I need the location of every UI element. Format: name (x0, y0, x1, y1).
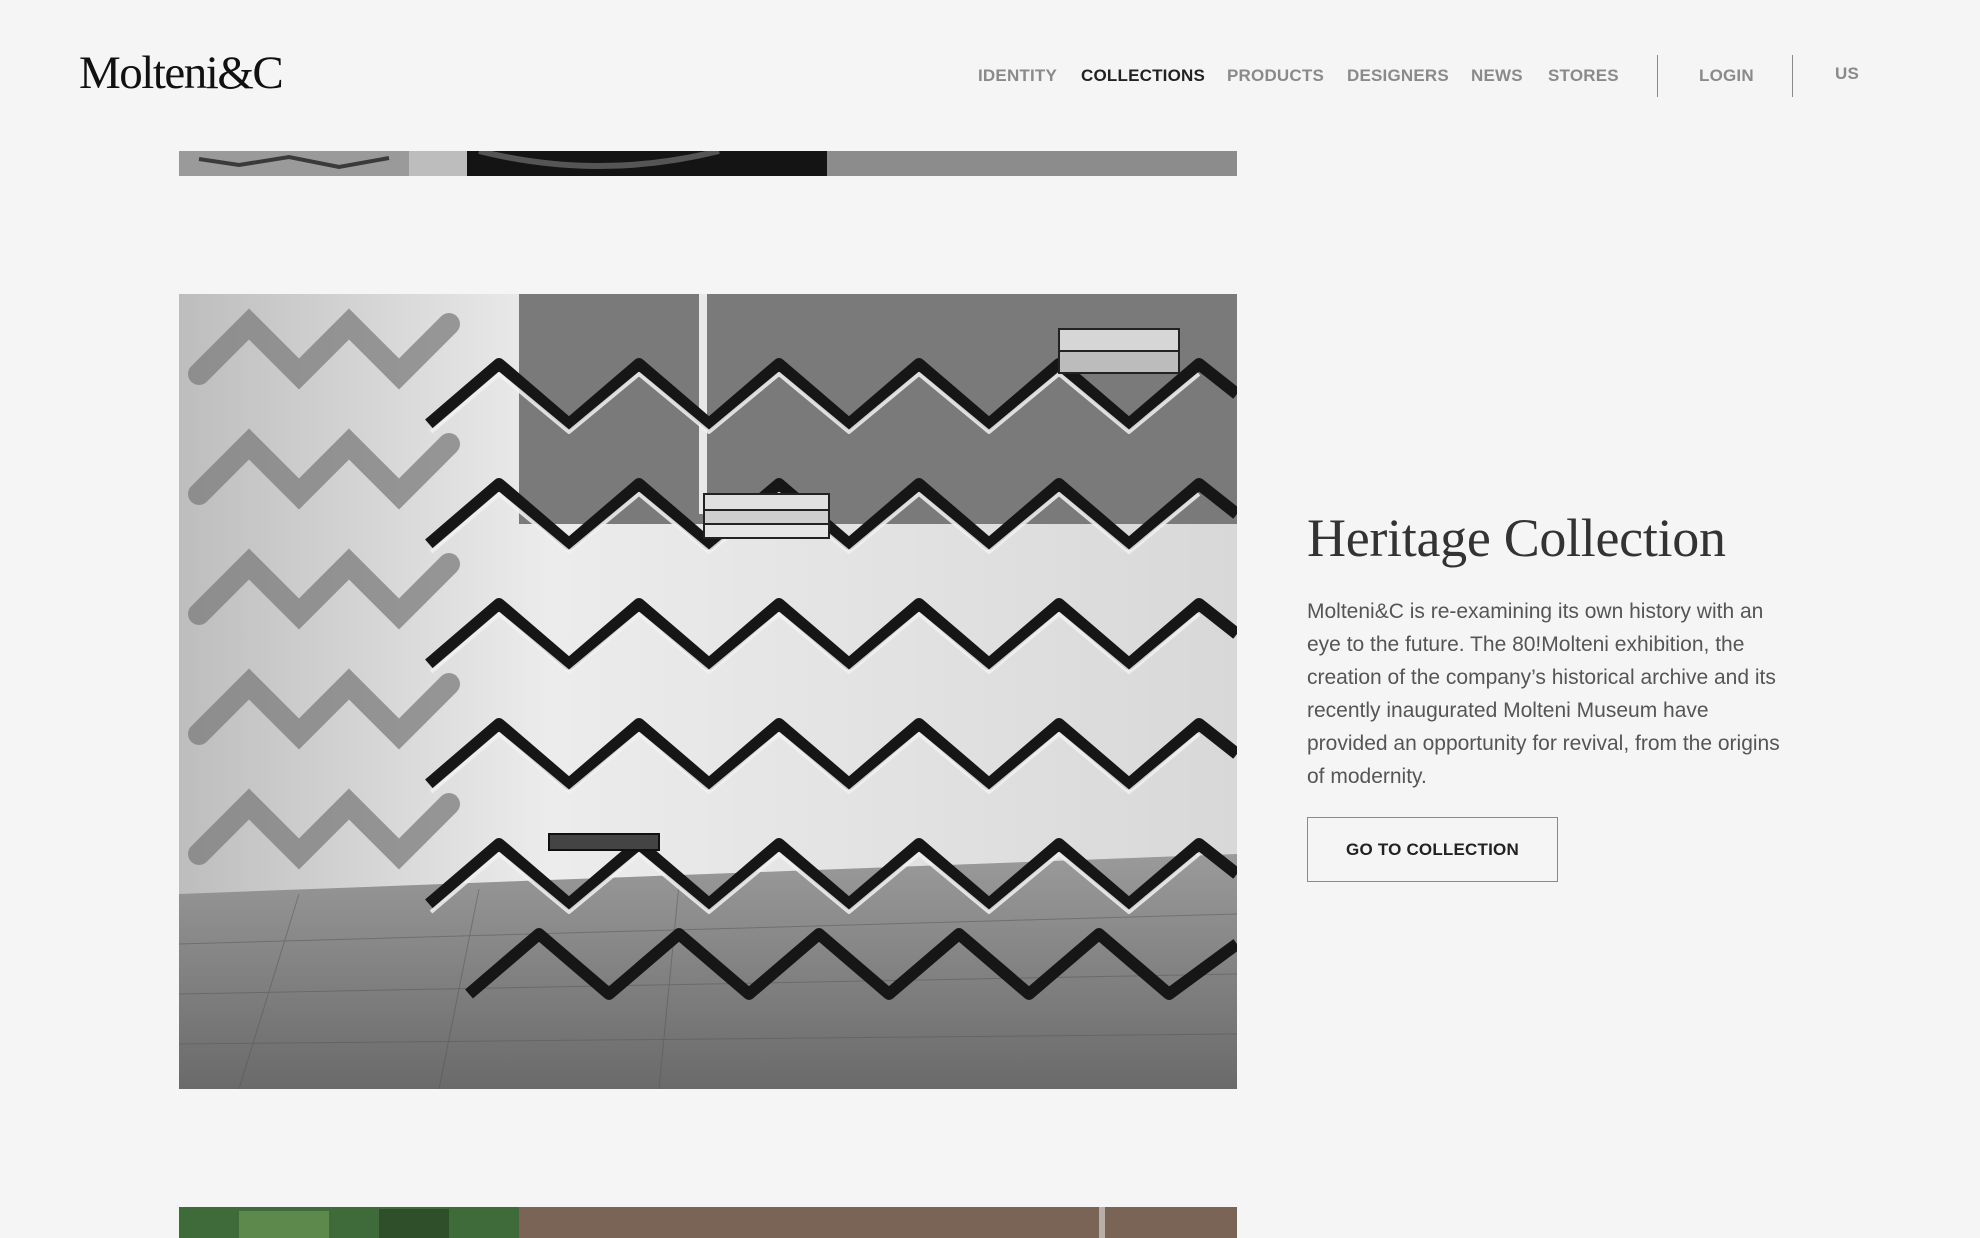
nav-item-products[interactable]: PRODUCTS (1227, 66, 1324, 86)
previous-collection-image (179, 151, 1237, 176)
nav-item-designers[interactable]: DESIGNERS (1347, 66, 1449, 86)
nav-item-identity[interactable]: IDENTITY (978, 66, 1057, 86)
nav-item-stores[interactable]: STORES (1548, 66, 1619, 86)
nav-divider (1657, 55, 1658, 97)
login-link[interactable]: LOGIN (1699, 66, 1754, 86)
nav-divider (1792, 55, 1793, 97)
region-selector[interactable]: US (1835, 64, 1859, 84)
go-to-collection-button[interactable]: GO TO COLLECTION (1307, 817, 1558, 882)
heritage-collection-image (179, 294, 1237, 1089)
heritage-collection-section: Heritage Collection Molteni&C is re-exam… (1307, 507, 1807, 882)
collection-title: Heritage Collection (1307, 508, 1726, 568)
main-nav: IDENTITY COLLECTIONS PRODUCTS DESIGNERS … (0, 64, 1980, 90)
collection-description: Molteni&C is re-examining its own histor… (1307, 600, 1780, 788)
next-collection-image (179, 1207, 1237, 1238)
nav-item-collections[interactable]: COLLECTIONS (1081, 66, 1205, 86)
nav-item-news[interactable]: NEWS (1471, 66, 1523, 86)
site-header: Molteni&C IDENTITY COLLECTIONS PRODUCTS … (0, 0, 1980, 150)
